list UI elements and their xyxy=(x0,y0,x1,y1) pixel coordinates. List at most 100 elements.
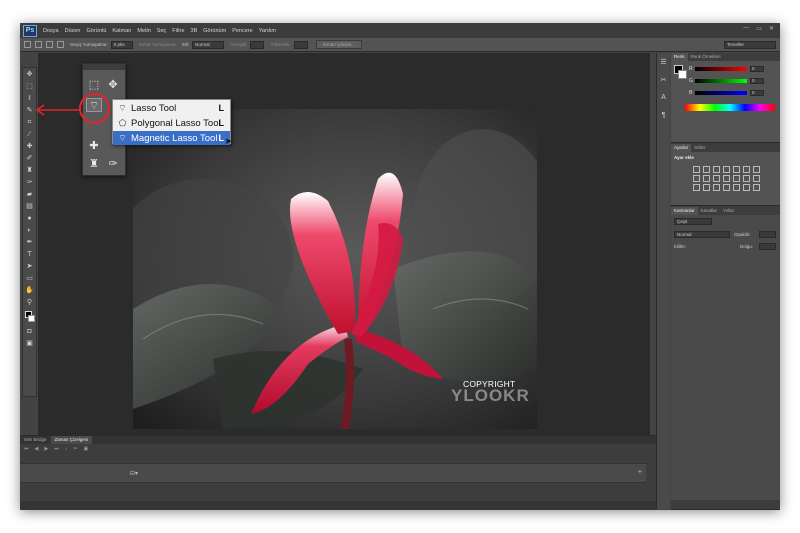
bw-icon[interactable] xyxy=(703,175,710,182)
crop-tool-icon[interactable]: ⌗ xyxy=(23,117,36,128)
stamp-tool-icon[interactable]: ♜ xyxy=(23,165,36,176)
menu-dosya[interactable]: Dosya xyxy=(43,28,59,34)
menu-pencere[interactable]: Pencere xyxy=(232,28,253,34)
hue-icon[interactable] xyxy=(753,166,760,173)
blue-slider[interactable] xyxy=(695,91,747,95)
dodge-tool-icon[interactable]: ◐ xyxy=(23,225,36,236)
feather-input[interactable]: 0 pks xyxy=(110,40,133,49)
menu-gorunum[interactable]: Görünüm xyxy=(203,28,226,34)
green-value[interactable]: 0 xyxy=(750,78,764,84)
red-value[interactable]: 0 xyxy=(750,66,764,72)
move-tool-icon[interactable]: ✥ xyxy=(23,69,36,80)
new-selection-icon[interactable] xyxy=(35,41,42,48)
vibrance-icon[interactable] xyxy=(733,166,740,173)
first-frame-icon[interactable]: ⏮ xyxy=(24,446,29,452)
type-tool-icon[interactable]: T xyxy=(23,249,36,260)
timeline-track[interactable]: ⊟▾ + xyxy=(20,463,646,483)
background-color[interactable] xyxy=(28,315,35,322)
add-selection-icon[interactable] xyxy=(46,41,53,48)
prev-frame-icon[interactable]: ◀ xyxy=(35,446,39,452)
menu-3b[interactable]: 3B xyxy=(191,28,198,34)
workspace-select[interactable]: Temeller xyxy=(724,41,776,49)
menu-yardim[interactable]: Yardım xyxy=(259,28,276,34)
blend-mode-select[interactable]: Normal xyxy=(674,231,730,238)
paragraph-panel-icon[interactable]: ¶ xyxy=(659,112,669,122)
bandage-icon[interactable]: ✚ xyxy=(86,139,102,153)
style-select[interactable]: Normal xyxy=(192,40,225,49)
layer-kind-filter[interactable]: Çeşit xyxy=(674,218,712,225)
red-slider[interactable] xyxy=(695,67,747,71)
history-brush-icon[interactable]: ✑ xyxy=(23,177,36,188)
eyedropper-icon[interactable]: ⁄ xyxy=(23,129,36,140)
antialias-label[interactable]: Kenar Yumuşatma xyxy=(139,42,176,47)
lookup-icon[interactable] xyxy=(733,175,740,182)
width-input[interactable] xyxy=(250,40,265,49)
subtract-selection-icon[interactable] xyxy=(57,41,64,48)
history-brush-small-icon[interactable]: ✑ xyxy=(105,157,121,171)
tool-presets-icon[interactable]: ✂ xyxy=(659,76,669,86)
film-strip-icon[interactable]: ⊟▾ xyxy=(130,470,138,477)
photo-filter-icon[interactable] xyxy=(713,175,720,182)
desaturate-icon[interactable] xyxy=(753,184,760,191)
balance-icon[interactable] xyxy=(693,175,700,182)
menu-duzen[interactable]: Düzen xyxy=(65,28,81,34)
curves-icon[interactable] xyxy=(713,166,720,173)
tab-ayarlar[interactable]: Ayarlar xyxy=(671,144,692,152)
zoom-tool-icon[interactable]: ⚲ xyxy=(23,297,36,308)
color-spectrum[interactable] xyxy=(685,104,775,111)
path-select-icon[interactable]: ➤ xyxy=(23,261,36,272)
close-icon[interactable]: ✕ xyxy=(769,25,774,32)
menu-goruntu[interactable]: Görüntü xyxy=(87,28,107,34)
tab-stiller[interactable]: Stiller xyxy=(691,144,708,152)
opacity-input[interactable] xyxy=(759,231,776,238)
marquee-small-icon[interactable]: ⬚ xyxy=(86,78,102,92)
tab-mini-bridge[interactable]: Mini Bridge xyxy=(20,436,51,444)
pen-tool-icon[interactable]: ✒ xyxy=(23,237,36,248)
tab-katmanlar[interactable]: Katmanlar xyxy=(671,207,698,215)
menu-katman[interactable]: Katman xyxy=(112,28,131,34)
shape-tool-icon[interactable]: ▭ xyxy=(23,273,36,284)
audio-icon[interactable]: ♪ xyxy=(65,446,68,452)
tab-zaman-cizelgesi[interactable]: Zaman Çizelgesi xyxy=(50,436,93,444)
quick-mask-icon[interactable]: ◘ xyxy=(23,326,36,337)
scissors-icon[interactable]: ✂ xyxy=(73,446,77,452)
tab-yollar[interactable]: Yollar xyxy=(720,207,737,215)
transition-icon[interactable]: ▣ xyxy=(83,446,88,452)
stamp-icon[interactable]: ♜ xyxy=(86,157,102,171)
maximize-icon[interactable]: ▭ xyxy=(756,25,762,32)
menu-item-magnetic-lasso-tool[interactable]: ⌔ Magnetic Lasso Tool L ➤ xyxy=(113,131,232,146)
shadow-icon[interactable] xyxy=(723,184,730,191)
color-swatches[interactable] xyxy=(23,309,36,325)
selective-color-icon[interactable] xyxy=(713,184,720,191)
marquee-tool-icon[interactable]: ⬚ xyxy=(23,81,36,92)
flower-photo[interactable]: COPYRIGHT YLOOKR xyxy=(133,109,537,429)
add-media-icon[interactable]: + xyxy=(638,469,642,476)
exposure-icon[interactable] xyxy=(723,166,730,173)
screen-mode-icon[interactable]: ▣ xyxy=(23,338,36,349)
tab-renk[interactable]: Renk xyxy=(671,53,688,61)
menu-sec[interactable]: Seç xyxy=(157,28,166,34)
triangle-icon[interactable] xyxy=(743,166,750,173)
brush-tool-icon[interactable]: ✐ xyxy=(23,153,36,164)
menu-filtre[interactable]: Filtre xyxy=(172,28,184,34)
menu-metin[interactable]: Metin xyxy=(137,28,150,34)
posterize-icon[interactable] xyxy=(753,175,760,182)
eraser-tool-icon[interactable]: ▰ xyxy=(23,189,36,200)
height-input[interactable] xyxy=(293,40,308,49)
blur-tool-icon[interactable]: ● xyxy=(23,213,36,224)
lasso-tool-icon[interactable]: ℓ xyxy=(23,93,36,104)
play-icon[interactable]: ▶ xyxy=(44,446,48,452)
hdr-icon[interactable] xyxy=(733,184,740,191)
refine-edge-button[interactable]: Kenarı İyileştir... xyxy=(315,40,362,49)
mixer-icon[interactable] xyxy=(723,175,730,182)
tab-kanallar[interactable]: Kanallar xyxy=(698,207,721,215)
tab-renk-ornekleri[interactable]: Renk Örnekleri xyxy=(688,53,724,61)
menu-item-polygonal-lasso-tool[interactable]: ⬠ Polygonal Lasso Tool L xyxy=(113,116,230,130)
marquee-preset-icon[interactable] xyxy=(24,41,31,48)
move-small-icon[interactable]: ✥ xyxy=(105,78,121,92)
bg-color-chip[interactable] xyxy=(678,70,687,79)
next-frame-icon[interactable]: ⏭ xyxy=(54,446,59,452)
fill-input[interactable] xyxy=(759,243,776,250)
invert-icon[interactable] xyxy=(743,175,750,182)
blue-value[interactable]: 0 xyxy=(750,90,764,96)
